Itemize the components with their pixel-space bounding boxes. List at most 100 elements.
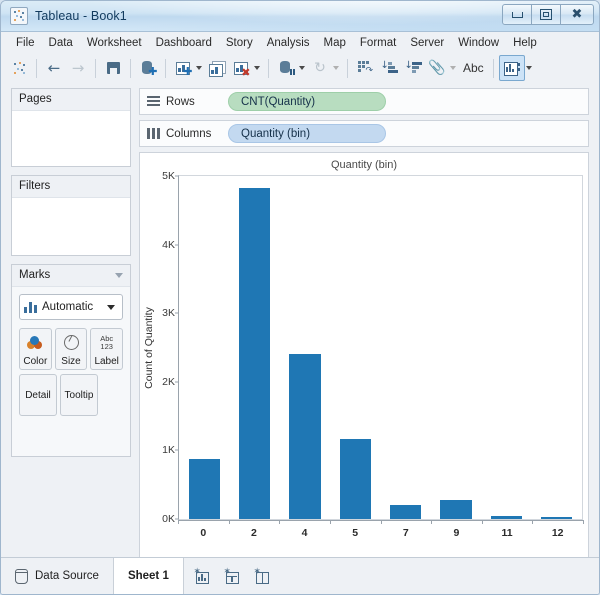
clear-sheet-icon[interactable]: ✖ [229, 56, 253, 80]
x-axis-tick-label: 2 [251, 527, 257, 539]
clear-sheet-dropdown-caret[interactable] [254, 66, 260, 70]
chart-title: Quantity (bin) [330, 159, 398, 171]
y-axis-tick-mark [175, 244, 179, 246]
highlight-icon[interactable]: 📎 [425, 56, 449, 80]
duplicate-sheet-icon[interactable] [205, 56, 229, 80]
close-button[interactable]: ✖ [560, 4, 594, 25]
x-axis-tick-mark [228, 520, 230, 524]
bar-12[interactable] [541, 516, 573, 519]
marks-card: Marks Automatic Color Size Abc 123 Label… [11, 264, 131, 457]
menu-file[interactable]: File [9, 35, 42, 51]
new-worksheet-icon[interactable]: ✚ [171, 56, 195, 80]
columns-pill-quantity-bin[interactable]: Quantity (bin) [228, 124, 386, 143]
columns-shelf[interactable]: Columns Quantity (bin) [139, 120, 589, 147]
toolbar-separator [95, 58, 96, 78]
sort-ascending-icon[interactable]: ↓ [377, 56, 401, 80]
marks-detail-button[interactable]: Detail [19, 374, 57, 416]
pause-auto-updates-icon[interactable] [274, 56, 298, 80]
rows-shelf[interactable]: Rows CNT(Quantity) [139, 88, 589, 115]
new-data-source-icon[interactable]: ✚ [136, 56, 160, 80]
pause-updates-dropdown-caret[interactable] [299, 66, 305, 70]
menu-help[interactable]: Help [506, 35, 544, 51]
tableau-window: Tableau - Book1 ✖ File Data Worksheet Da… [0, 0, 600, 595]
tableau-logo-icon [10, 7, 28, 25]
back-arrow-icon[interactable]: ← [42, 56, 66, 80]
marks-tooltip-button[interactable]: Tooltip [60, 374, 98, 416]
menu-window[interactable]: Window [451, 35, 506, 51]
menu-data[interactable]: Data [42, 35, 80, 51]
tableau-home-icon[interactable] [7, 56, 31, 80]
sort-descending-icon[interactable]: ↓ [401, 56, 425, 80]
new-worksheet-dropdown-caret[interactable] [196, 66, 202, 70]
marks-label-button[interactable]: Abc 123 Label [90, 328, 124, 370]
marks-title: Marks [19, 269, 51, 281]
data-source-tab[interactable]: Data Source [1, 558, 114, 594]
show-me-icon[interactable] [498, 55, 525, 81]
y-axis-tick-label: 5K [162, 170, 175, 182]
minimize-button[interactable] [502, 4, 532, 25]
new-story-tab-icon[interactable]: ✶ [248, 563, 276, 589]
left-panel: Pages Filters Marks Automatic Color Size… [1, 83, 137, 558]
swap-rows-columns-icon[interactable]: ↷ [353, 56, 377, 80]
marks-color-button[interactable]: Color [19, 328, 52, 370]
menu-map[interactable]: Map [317, 35, 353, 51]
chevron-down-icon[interactable] [115, 272, 123, 278]
chevron-down-icon [107, 304, 115, 310]
menu-format[interactable]: Format [353, 35, 403, 51]
menu-analysis[interactable]: Analysis [260, 35, 317, 51]
status-bar: Data Source Sheet 1 ✶ ✶ ✶ [1, 557, 599, 594]
forward-arrow-icon[interactable]: → [66, 56, 90, 80]
show-mark-labels-icon[interactable]: Abc [459, 61, 488, 75]
title-bar: Tableau - Book1 ✖ [1, 1, 599, 32]
bar-2[interactable] [238, 188, 271, 519]
size-circle-icon [63, 335, 79, 350]
marks-detail-label: Detail [25, 389, 51, 401]
columns-shelf-label: Columns [166, 127, 212, 140]
menu-server[interactable]: Server [403, 35, 451, 51]
close-icon: ✖ [571, 7, 583, 22]
menu-story[interactable]: Story [219, 35, 260, 51]
rows-shelf-label: Rows [166, 95, 195, 108]
x-axis-tick-mark [380, 520, 382, 524]
menu-worksheet[interactable]: Worksheet [80, 35, 149, 51]
abc-123-icon: Abc 123 [100, 333, 114, 351]
y-axis-tick-label: 3K [162, 307, 175, 320]
new-worksheet-tab-icon[interactable]: ✶ [188, 563, 216, 589]
x-axis-tick-label: 11 [501, 527, 513, 539]
toolbar-separator [268, 58, 269, 78]
toolbar-separator [347, 58, 348, 78]
bar-5[interactable] [339, 438, 371, 519]
bar-0[interactable] [188, 458, 220, 519]
refresh-dropdown-caret[interactable] [333, 66, 339, 70]
rows-pill-cnt-quantity[interactable]: CNT(Quantity) [228, 92, 386, 111]
mark-type-select[interactable]: Automatic [19, 294, 123, 320]
bar-4[interactable] [289, 354, 321, 519]
minimize-icon [511, 11, 523, 18]
new-dashboard-tab-icon[interactable]: ✶ [218, 563, 246, 589]
bar-7[interactable] [390, 505, 422, 519]
toolbar-separator [492, 58, 494, 78]
workspace: Pages Filters Marks Automatic Color Size… [1, 83, 599, 558]
marks-tooltip-label: Tooltip [64, 389, 94, 401]
bar-11[interactable] [490, 515, 523, 519]
bar-9[interactable] [440, 500, 472, 519]
plot-area[interactable]: 0K 1K 2K 3K 4K 5K [162, 170, 583, 525]
pages-drop-zone[interactable] [12, 111, 130, 166]
highlight-dropdown-caret[interactable] [450, 66, 456, 70]
save-icon[interactable] [101, 56, 125, 80]
marks-size-button[interactable]: Size [54, 328, 88, 370]
x-axis-tick-label: 9 [453, 527, 460, 539]
new-sheet-buttons: ✶ ✶ ✶ [184, 558, 280, 594]
x-axis-tick-mark [178, 520, 179, 524]
x-axis-tick-label: 4 [301, 527, 308, 539]
refresh-data-source-icon[interactable]: ↻ [308, 56, 332, 80]
visualization-area[interactable]: Quantity (bin) Count of Quantity 0K 1K 2K 3… [139, 152, 589, 558]
menu-dashboard[interactable]: Dashboard [149, 35, 219, 51]
filters-drop-zone[interactable] [12, 198, 130, 255]
maximize-button[interactable] [531, 4, 561, 25]
toolbar-separator [130, 58, 131, 78]
show-me-dropdown-caret[interactable] [525, 66, 532, 70]
sheet-tab-sheet1[interactable]: Sheet 1 [113, 558, 184, 594]
rows-shelf-icon [147, 96, 160, 107]
y-axis-tick-label: 1K [162, 444, 175, 457]
